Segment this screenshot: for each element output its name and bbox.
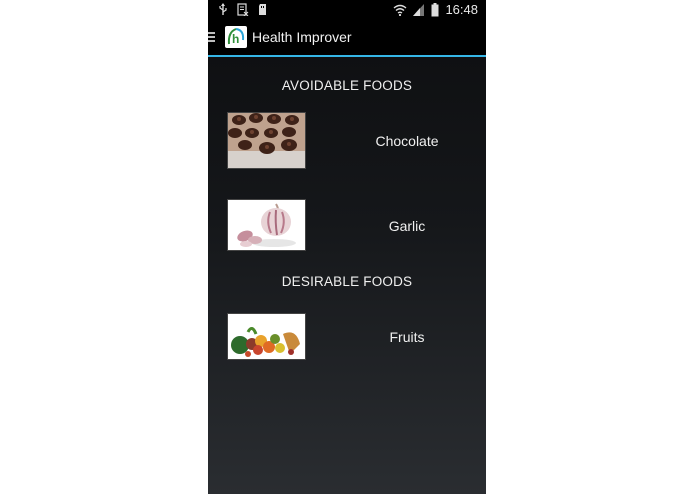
app-logo-icon[interactable]: h bbox=[225, 26, 247, 48]
action-bar: h Health Improver bbox=[208, 20, 486, 57]
svg-text:h: h bbox=[232, 32, 239, 46]
section-title-avoidable: AVOIDABLE FOODS bbox=[281, 78, 413, 93]
food-label-fruits: Fruits bbox=[389, 329, 425, 345]
drawer-menu-icon[interactable] bbox=[208, 32, 215, 43]
battery-icon bbox=[431, 2, 439, 16]
wifi-icon bbox=[394, 4, 407, 16]
food-label-garlic: Garlic bbox=[388, 218, 426, 234]
download-icon bbox=[237, 3, 249, 16]
usb-icon bbox=[219, 3, 227, 15]
status-bar: 16:48 bbox=[208, 0, 486, 20]
garlic-image bbox=[227, 199, 306, 251]
phone-screen: 16:48 h Health Improver AVOIDABLE FOODS bbox=[208, 0, 486, 494]
clock: 16:48 bbox=[445, 2, 478, 17]
signal-icon bbox=[413, 3, 425, 16]
section-title-desirable: DESIRABLE FOODS bbox=[281, 274, 413, 289]
fruits-image bbox=[227, 313, 306, 360]
chocolate-image bbox=[227, 112, 306, 169]
food-label-chocolate: Chocolate bbox=[375, 133, 439, 149]
app-title: Health Improver bbox=[252, 29, 352, 45]
sd-card-icon bbox=[259, 4, 266, 15]
